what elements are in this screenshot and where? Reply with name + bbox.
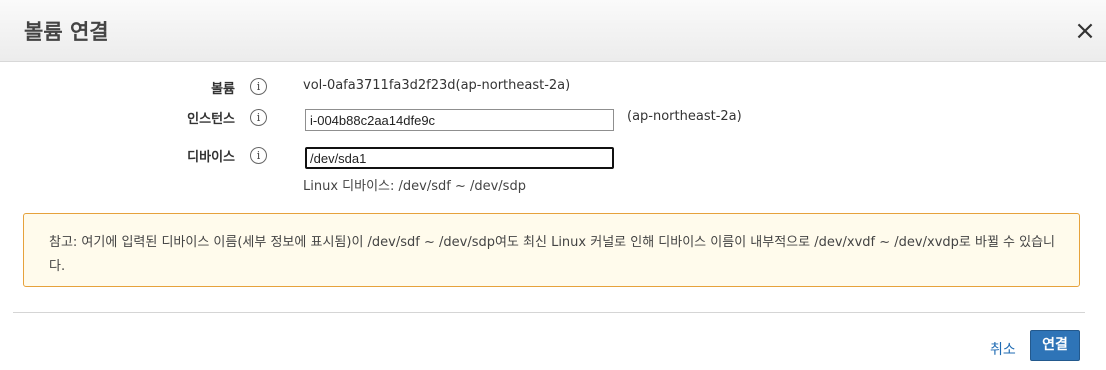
dialog-title: 볼륨 연결 [24, 20, 109, 44]
volume-info-icon[interactable]: i [250, 78, 267, 95]
volume-label: 볼륨 [211, 82, 235, 97]
note-box: 참고: 여기에 입력된 디바이스 이름(세부 정보에 표시됨)이 /dev/sd… [23, 213, 1080, 287]
instance-region: (ap-northeast-2a) [627, 109, 742, 124]
device-info-icon[interactable]: i [250, 147, 267, 164]
attach-volume-dialog: 볼륨 연결 × 볼륨 i vol-0afa3711fa3d2f23d(ap-no… [0, 0, 1106, 370]
instance-info-icon[interactable]: i [250, 109, 267, 126]
close-icon[interactable]: × [1074, 18, 1096, 44]
dialog-header: 볼륨 연결 × [0, 0, 1106, 62]
attach-button[interactable]: 연결 [1030, 330, 1080, 361]
cancel-button[interactable]: 취소 [990, 339, 1016, 359]
device-input[interactable] [305, 147, 614, 169]
volume-value: vol-0afa3711fa3d2f23d(ap-northeast-2a) [303, 78, 571, 93]
instance-label: 인스턴스 [187, 112, 235, 127]
note-text: 참고: 여기에 입력된 디바이스 이름(세부 정보에 표시됨)이 /dev/sd… [49, 235, 1056, 274]
footer-divider [13, 312, 1085, 313]
device-label: 디바이스 [187, 150, 235, 165]
device-hint: Linux 디바이스: /dev/sdf ~ /dev/sdp [303, 179, 526, 194]
instance-input[interactable] [305, 109, 614, 131]
